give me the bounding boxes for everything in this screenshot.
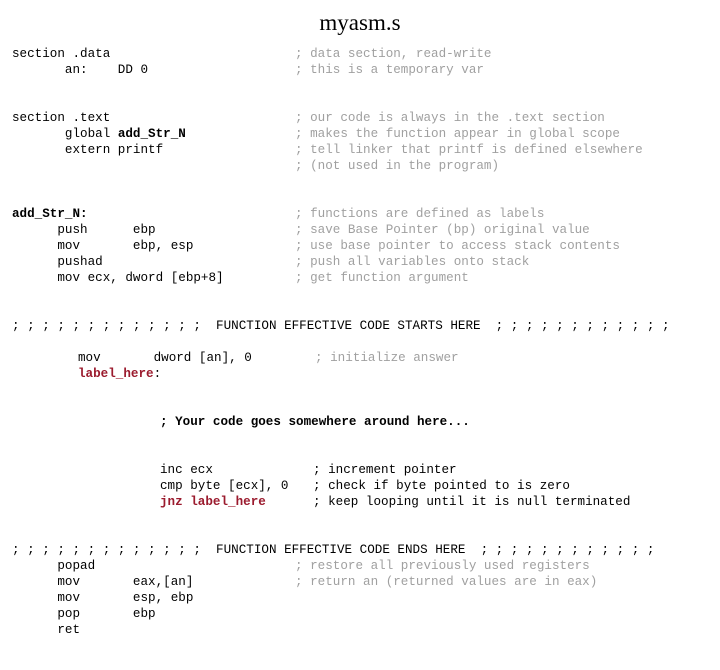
code-text: inc ecx [160,463,213,477]
code-line: section .data ; data section, read-write [0,46,720,62]
symbol-add-str-n: add_Str_N [117,127,186,141]
code-text: ret [12,623,81,637]
your-code-here-note: ; Your code goes somewhere around here..… [160,415,470,429]
banner-code-starts-here: ; ; ; ; ; ; ; ; ; ; ; ; ; FUNCTION EFFEC… [12,319,670,333]
comment-text: ; tell linker that printf is defined els… [295,143,643,157]
comment-text: ; restore all previously used registers [295,559,590,573]
code-line: popad ; restore all previously used regi… [0,558,720,574]
code-text: section .data [12,47,111,61]
comment-text: ; data section, read-write [295,47,492,61]
code-line: mov dword [an], 0 ; initialize answer [0,350,720,366]
code-line: mov esp, ebp [0,590,720,606]
code-line: push ebp ; save Base Pointer (bp) origin… [0,222,720,238]
code-text: mov ecx, dword [ebp+8] [12,271,224,285]
label-here-symbol: label_here [78,367,154,381]
code-line: :label_here: [0,366,720,382]
comment-text: ; this is a temporary var [295,63,484,77]
comment-text: ; keep looping until it is null terminat… [313,495,631,509]
code-line: ; Your code goes somewhere around here..… [0,414,720,430]
comment-text: ; functions are defined as labels [295,207,545,221]
function-label-add-str-n: add_Str_N: [12,207,88,221]
comment-text: ; get function argument [295,271,469,285]
code-text: an: DD 0 [12,63,149,77]
code-line: pop ebp [0,606,720,622]
comment-text: ; increment pointer [313,463,457,477]
comment-text: ; return an (returned values are in eax) [295,575,598,589]
comment-text: ; our code is always in the .text sectio… [295,111,605,125]
jnz-target-label-here: label_here [190,495,266,509]
code-text: push ebp [12,223,156,237]
code-text: pop ebp [12,607,156,621]
comment-text: ; use base pointer to access stack conte… [295,239,620,253]
comment-text: ; check if byte pointed to is zero [313,479,570,493]
code-text: mov dword [an], 0 [78,351,252,365]
slide-canvas: myasm.s section .data ; data section, re… [0,0,720,637]
code-line: jnz label_here ; keep looping until it i… [0,494,720,510]
code-text: mov eax,[an] [12,575,194,589]
comment-text: ; push all variables onto stack [295,255,530,269]
code-line: mov ecx, dword [ebp+8] ; get function ar… [0,270,720,286]
comment-text: ; makes the function appear in global sc… [295,127,620,141]
code-line: inc ecx ; increment pointer [0,462,720,478]
code-line: cmp byte [ecx], 0 ; check if byte pointe… [0,478,720,494]
code-line: section .text ; our code is always in th… [0,110,720,126]
comment-text: ; initialize answer [315,351,459,365]
code-line: ; ; ; ; ; ; ; ; ; ; ; ; ; FUNCTION EFFEC… [0,318,720,334]
code-line: an: DD 0 ; this is a temporary var [0,62,720,78]
code-text: mov ebp, esp [12,239,194,253]
code-line: mov eax,[an] ; return an (returned value… [0,574,720,590]
comment-text: ; (not used in the program) [295,159,500,173]
code-line: extern printf ; tell linker that printf … [0,142,720,158]
code-text: jnz label_here [160,494,266,510]
code-text: pushad [12,255,103,269]
code-text: extern printf [12,143,164,157]
code-keyword: global [12,127,118,141]
assembly-code-listing: section .data ; data section, read-write… [0,46,720,638]
code-line: ret [0,622,720,638]
code-text: cmp byte [ecx], 0 [160,479,289,493]
label-colon: : [153,367,162,381]
jnz-mnemonic: jnz [160,495,183,509]
code-text: mov esp, ebp [12,591,194,605]
code-line: pushad ; push all variables onto stack [0,254,720,270]
code-line: ; (not used in the program) [0,158,720,174]
code-text: global add_Str_N [12,126,186,142]
code-line: mov ebp, esp ; use base pointer to acces… [0,238,720,254]
code-line: ; ; ; ; ; ; ; ; ; ; ; ; ; FUNCTION EFFEC… [0,542,720,558]
banner-code-ends-here: ; ; ; ; ; ; ; ; ; ; ; ; ; FUNCTION EFFEC… [12,543,655,557]
code-line: add_Str_N: ; functions are defined as la… [0,206,720,222]
code-line: global add_Str_N ; makes the function ap… [0,126,720,142]
code-text: section .text [12,111,111,125]
comment-text: ; save Base Pointer (bp) original value [295,223,590,237]
code-text: popad [12,559,96,573]
code-text: :label_here: [78,366,161,382]
page-title: myasm.s [319,10,401,35]
